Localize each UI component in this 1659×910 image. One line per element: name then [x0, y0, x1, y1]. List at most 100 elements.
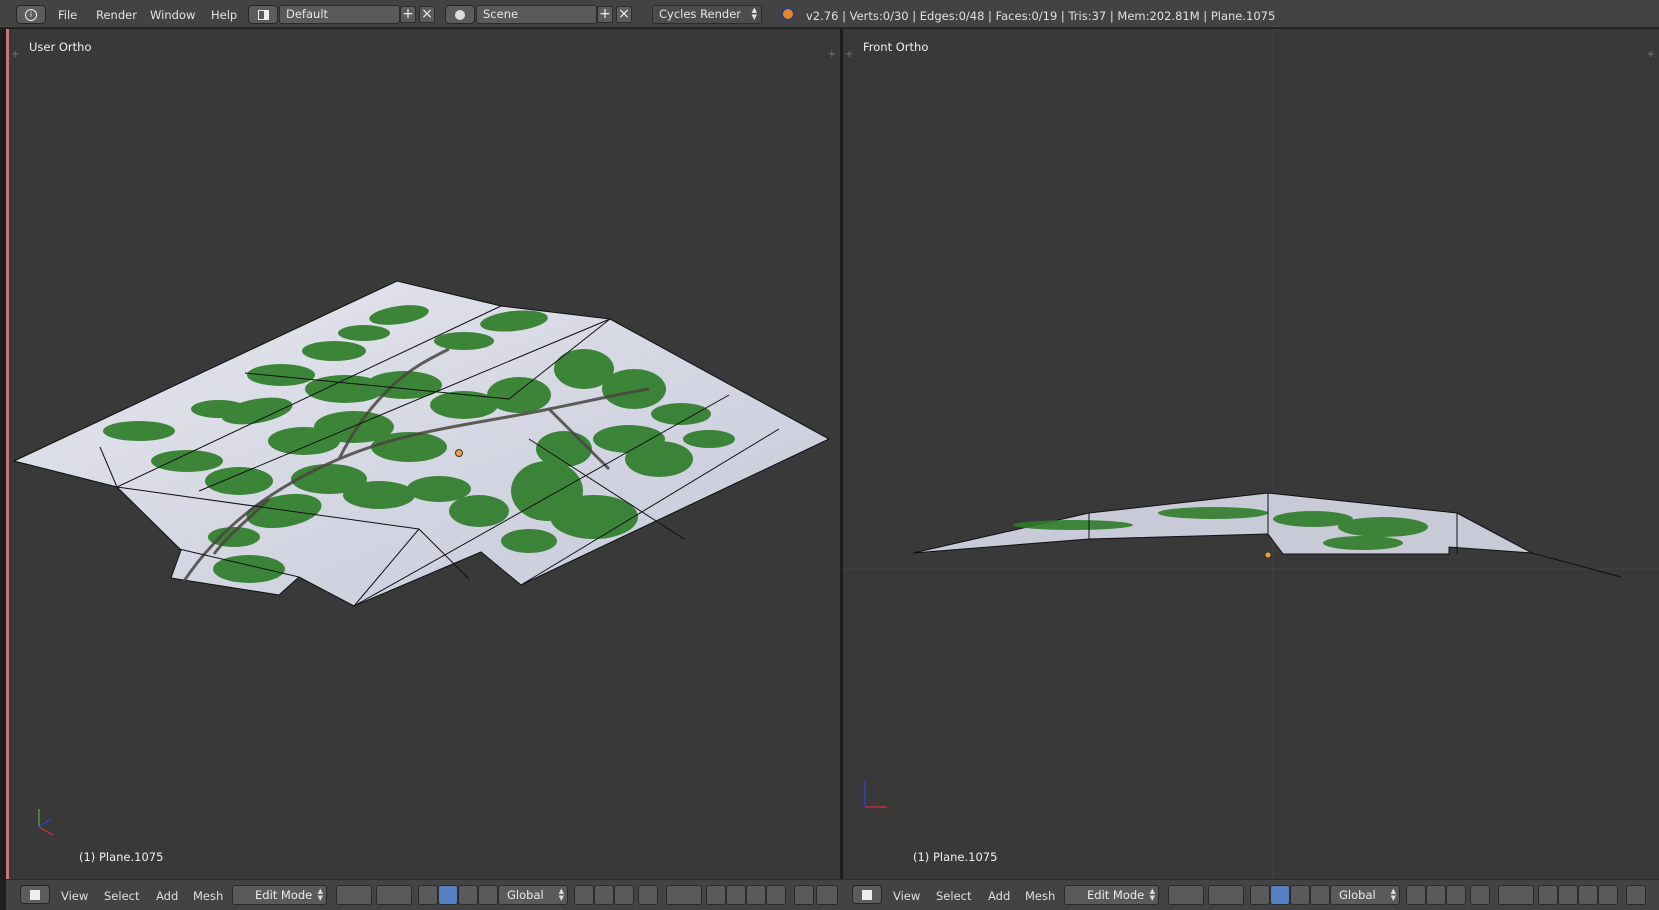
editor-type-button[interactable] — [20, 885, 50, 904]
3d-view-header-left: View Select Add Mesh Edit Mode ▲ ▼ Global… — [6, 879, 842, 910]
layer-button[interactable] — [1446, 885, 1466, 905]
menu-select[interactable]: Select — [104, 889, 139, 903]
axis-gizmo — [864, 781, 887, 808]
opengl-render-button[interactable] — [794, 885, 814, 905]
3d-view-header-right: View Select Add Mesh Edit Mode ▲ ▼ Global… — [842, 879, 1659, 910]
manipulator-toggle[interactable] — [418, 885, 438, 905]
3d-view-icon — [30, 889, 40, 900]
snap-toggle[interactable] — [1538, 885, 1558, 905]
menu-file[interactable]: File — [58, 8, 77, 22]
translate-manipulator[interactable] — [1270, 885, 1290, 905]
mode-label: Edit Mode — [255, 888, 313, 902]
menu-select[interactable]: Select — [936, 889, 971, 903]
manipulator-toggle[interactable] — [1250, 885, 1270, 905]
add-scene-button[interactable]: + — [597, 6, 613, 23]
viewport-shading-dropdown[interactable] — [336, 885, 372, 905]
scene-statistics: v2.76 | Verts:0/30 | Edges:0/48 | Faces:… — [806, 9, 1276, 23]
front-ortho-scene — [843, 29, 1659, 879]
render-engine-dropdown[interactable]: Cycles Render ▲ ▼ — [652, 5, 762, 24]
layer-button[interactable] — [614, 885, 634, 905]
add-layout-button[interactable]: + — [400, 6, 416, 23]
opengl-render-button[interactable] — [1626, 885, 1646, 905]
scale-manipulator[interactable] — [1310, 885, 1330, 905]
pivot-point-dropdown[interactable] — [1208, 885, 1244, 905]
object-origin-point — [1264, 551, 1272, 559]
pivot-point-dropdown[interactable] — [376, 885, 412, 905]
mode-dropdown[interactable]: Edit Mode ▲ ▼ — [232, 885, 327, 905]
object-origin-point — [455, 449, 463, 457]
layer-button[interactable] — [1426, 885, 1446, 905]
screen-layout-field[interactable]: Default — [279, 5, 400, 24]
3d-view-icon — [862, 889, 872, 900]
scene-icon — [455, 9, 465, 20]
region-toggle-icon[interactable]: + — [828, 49, 836, 60]
transform-orientation-dropdown[interactable]: Global ▲ ▼ — [1330, 885, 1400, 905]
close-icon: × — [421, 6, 433, 22]
translate-manipulator[interactable] — [438, 885, 458, 905]
snap-target-button[interactable] — [746, 885, 766, 905]
remove-scene-button[interactable]: × — [616, 6, 632, 23]
scene-field[interactable]: Scene — [476, 5, 597, 24]
menu-help[interactable]: Help — [211, 8, 237, 22]
viewport-title: User Ortho — [29, 40, 92, 54]
orientation-label: Global — [1339, 888, 1376, 902]
dropdown-arrows-icon: ▲ ▼ — [317, 887, 323, 902]
menu-view[interactable]: View — [893, 889, 920, 903]
dropdown-arrows-icon: ▲ ▼ — [558, 887, 564, 902]
occlude-geometry-button[interactable] — [638, 885, 658, 905]
menu-render[interactable]: Render — [96, 8, 137, 22]
menu-mesh[interactable]: Mesh — [193, 889, 223, 903]
snap-align-button[interactable] — [766, 885, 786, 905]
editor-type-button[interactable] — [852, 885, 882, 904]
plus-icon: + — [402, 6, 414, 22]
mode-label: Edit Mode — [1087, 888, 1145, 902]
viewport-user-ortho[interactable]: User Ortho (1) Plane.1075 + + — [6, 29, 840, 879]
proportional-editing-dropdown[interactable] — [1498, 885, 1534, 905]
active-object-label: (1) Plane.1075 — [913, 850, 998, 864]
mode-dropdown[interactable]: Edit Mode ▲ ▼ — [1064, 885, 1159, 905]
scene-selector[interactable] — [445, 5, 475, 24]
axis-gizmo — [38, 809, 54, 836]
viewport-shading-dropdown[interactable] — [1168, 885, 1204, 905]
active-object-label: (1) Plane.1075 — [79, 850, 164, 864]
close-icon: × — [618, 6, 630, 22]
snap-target-button[interactable] — [1578, 885, 1598, 905]
menu-add[interactable]: Add — [156, 889, 178, 903]
menu-view[interactable]: View — [61, 889, 88, 903]
region-toggle-icon[interactable]: + — [11, 49, 19, 60]
layer-button[interactable] — [574, 885, 594, 905]
opengl-animation-button[interactable] — [816, 885, 838, 905]
leaf-mesh-plane — [12, 280, 831, 607]
snap-align-button[interactable] — [1598, 885, 1618, 905]
menu-add[interactable]: Add — [988, 889, 1010, 903]
snap-element-button[interactable] — [1558, 885, 1578, 905]
snap-element-button[interactable] — [726, 885, 746, 905]
user-ortho-scene — [12, 280, 831, 836]
snap-toggle[interactable] — [706, 885, 726, 905]
rotate-manipulator[interactable] — [458, 885, 478, 905]
editor-type-info-button[interactable]: i — [16, 5, 46, 24]
layout-grid-icon — [257, 9, 269, 20]
menu-window[interactable]: Window — [150, 8, 195, 22]
viewport-front-ortho[interactable]: Front Ortho (1) Plane.1075 + + — [842, 29, 1659, 879]
scale-manipulator[interactable] — [478, 885, 498, 905]
dropdown-arrows-icon: ▲ ▼ — [751, 6, 757, 21]
info-header: i File Render Window Help Default + × Sc… — [0, 0, 1659, 28]
proportional-editing-dropdown[interactable] — [666, 885, 702, 905]
remove-layout-button[interactable]: × — [419, 6, 435, 23]
region-toggle-icon[interactable]: + — [1647, 49, 1655, 60]
plus-icon: + — [599, 6, 611, 22]
dropdown-arrows-icon: ▲ ▼ — [1390, 887, 1396, 902]
layer-button[interactable] — [594, 885, 614, 905]
rotate-manipulator[interactable] — [1290, 885, 1310, 905]
layer-button[interactable] — [1406, 885, 1426, 905]
occlude-geometry-button[interactable] — [1470, 885, 1490, 905]
screen-layout-selector[interactable] — [248, 5, 278, 24]
info-icon: i — [25, 8, 37, 21]
dropdown-arrows-icon: ▲ ▼ — [1149, 887, 1155, 902]
menu-mesh[interactable]: Mesh — [1025, 889, 1055, 903]
render-engine-label: Cycles Render — [659, 7, 742, 21]
viewport-title: Front Ortho — [863, 40, 929, 54]
region-toggle-icon[interactable]: + — [845, 49, 853, 60]
transform-orientation-dropdown[interactable]: Global ▲ ▼ — [498, 885, 568, 905]
